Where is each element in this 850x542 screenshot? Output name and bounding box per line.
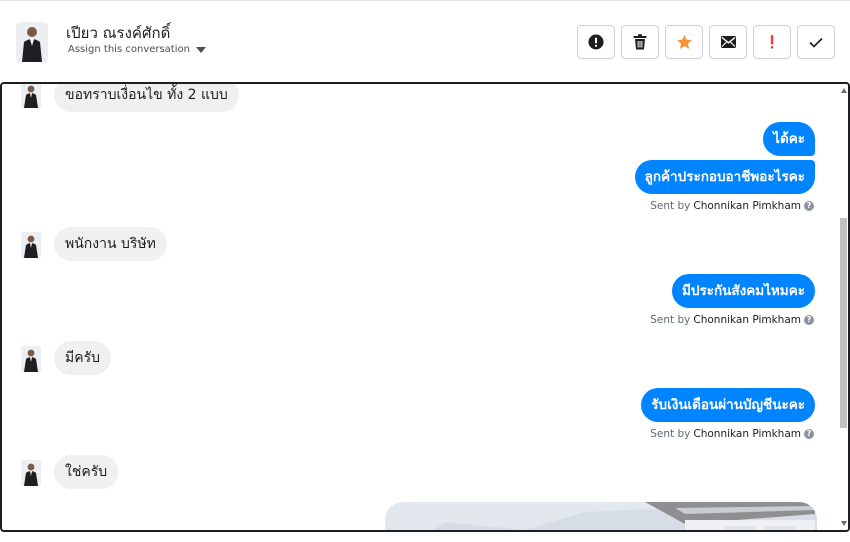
incoming-message: ใช่ครับ [54,455,119,489]
scrollbar[interactable] [839,84,848,530]
message-thread[interactable]: ขอทราบเงื่อนไข ทั้ง 2 แบบ ได้คะ ลูกค้าปร… [0,82,850,532]
sent-by-prefix: Sent by [650,428,691,440]
scroll-up-arrow-icon[interactable] [841,88,847,93]
caret-down-icon [195,47,206,53]
scrollbar-thumb[interactable] [840,218,847,428]
sent-by-label: Sent by Chonnikan Pimkham ? [650,428,814,440]
mark-unread-button[interactable] [709,25,747,59]
sent-by-agent: Chonnikan Pimkham [693,200,801,212]
mark-done-button[interactable] [797,25,835,59]
assign-conversation-dropdown[interactable]: Assign this conversation [68,44,206,55]
assign-label: Assign this conversation [68,44,190,55]
incoming-message: ขอทราบเงื่อนไข ทั้ง 2 แบบ [54,84,239,112]
sent-by-prefix: Sent by [650,200,691,212]
contact-avatar-small[interactable] [21,232,41,258]
contact-avatar-small[interactable] [21,84,41,108]
sent-by-agent: Chonnikan Pimkham [693,428,801,440]
checkmark-icon [809,37,823,48]
help-icon[interactable]: ? [804,201,814,211]
conversation-header: เปียว ณรงค์ศักดิ์ Assign this conversati… [0,3,850,81]
outgoing-message: มีประกันสังคมไหมคะ [671,274,815,308]
trash-icon [633,34,647,50]
contact-avatar-small[interactable] [21,346,41,372]
incoming-message: มีครับ [54,341,111,375]
follow-up-button[interactable] [753,25,791,59]
sent-by-label: Sent by Chonnikan Pimkham ? [650,314,814,326]
contact-avatar[interactable] [16,22,48,62]
sent-by-agent: Chonnikan Pimkham [693,314,801,326]
sent-by-prefix: Sent by [650,314,691,326]
alert-circle-icon [588,34,604,50]
contact-avatar-small[interactable] [21,460,41,486]
contact-name: เปียว ณรงค์ศักดิ์ [66,24,171,42]
outgoing-photo-attachment[interactable] [385,502,817,530]
scroll-down-arrow-icon[interactable] [841,521,847,526]
action-toolbar [577,25,835,59]
incoming-message: พนักงาน บริษัท [54,227,167,261]
outgoing-message: รับเงินเดือนผ่านบัญชีนะคะ [641,388,815,422]
envelope-icon [720,36,736,48]
star-icon [676,34,692,49]
outgoing-message: ลูกค้าประกอบอาชีพอะไรคะ [634,160,815,194]
help-icon[interactable]: ? [804,315,814,325]
mark-spam-button[interactable] [577,25,615,59]
outgoing-message: ได้คะ [763,122,815,156]
sent-by-label: Sent by Chonnikan Pimkham ? [650,200,814,212]
help-icon[interactable]: ? [804,429,814,439]
delete-button[interactable] [621,25,659,59]
star-button[interactable] [665,25,703,59]
exclamation-icon [770,35,774,49]
